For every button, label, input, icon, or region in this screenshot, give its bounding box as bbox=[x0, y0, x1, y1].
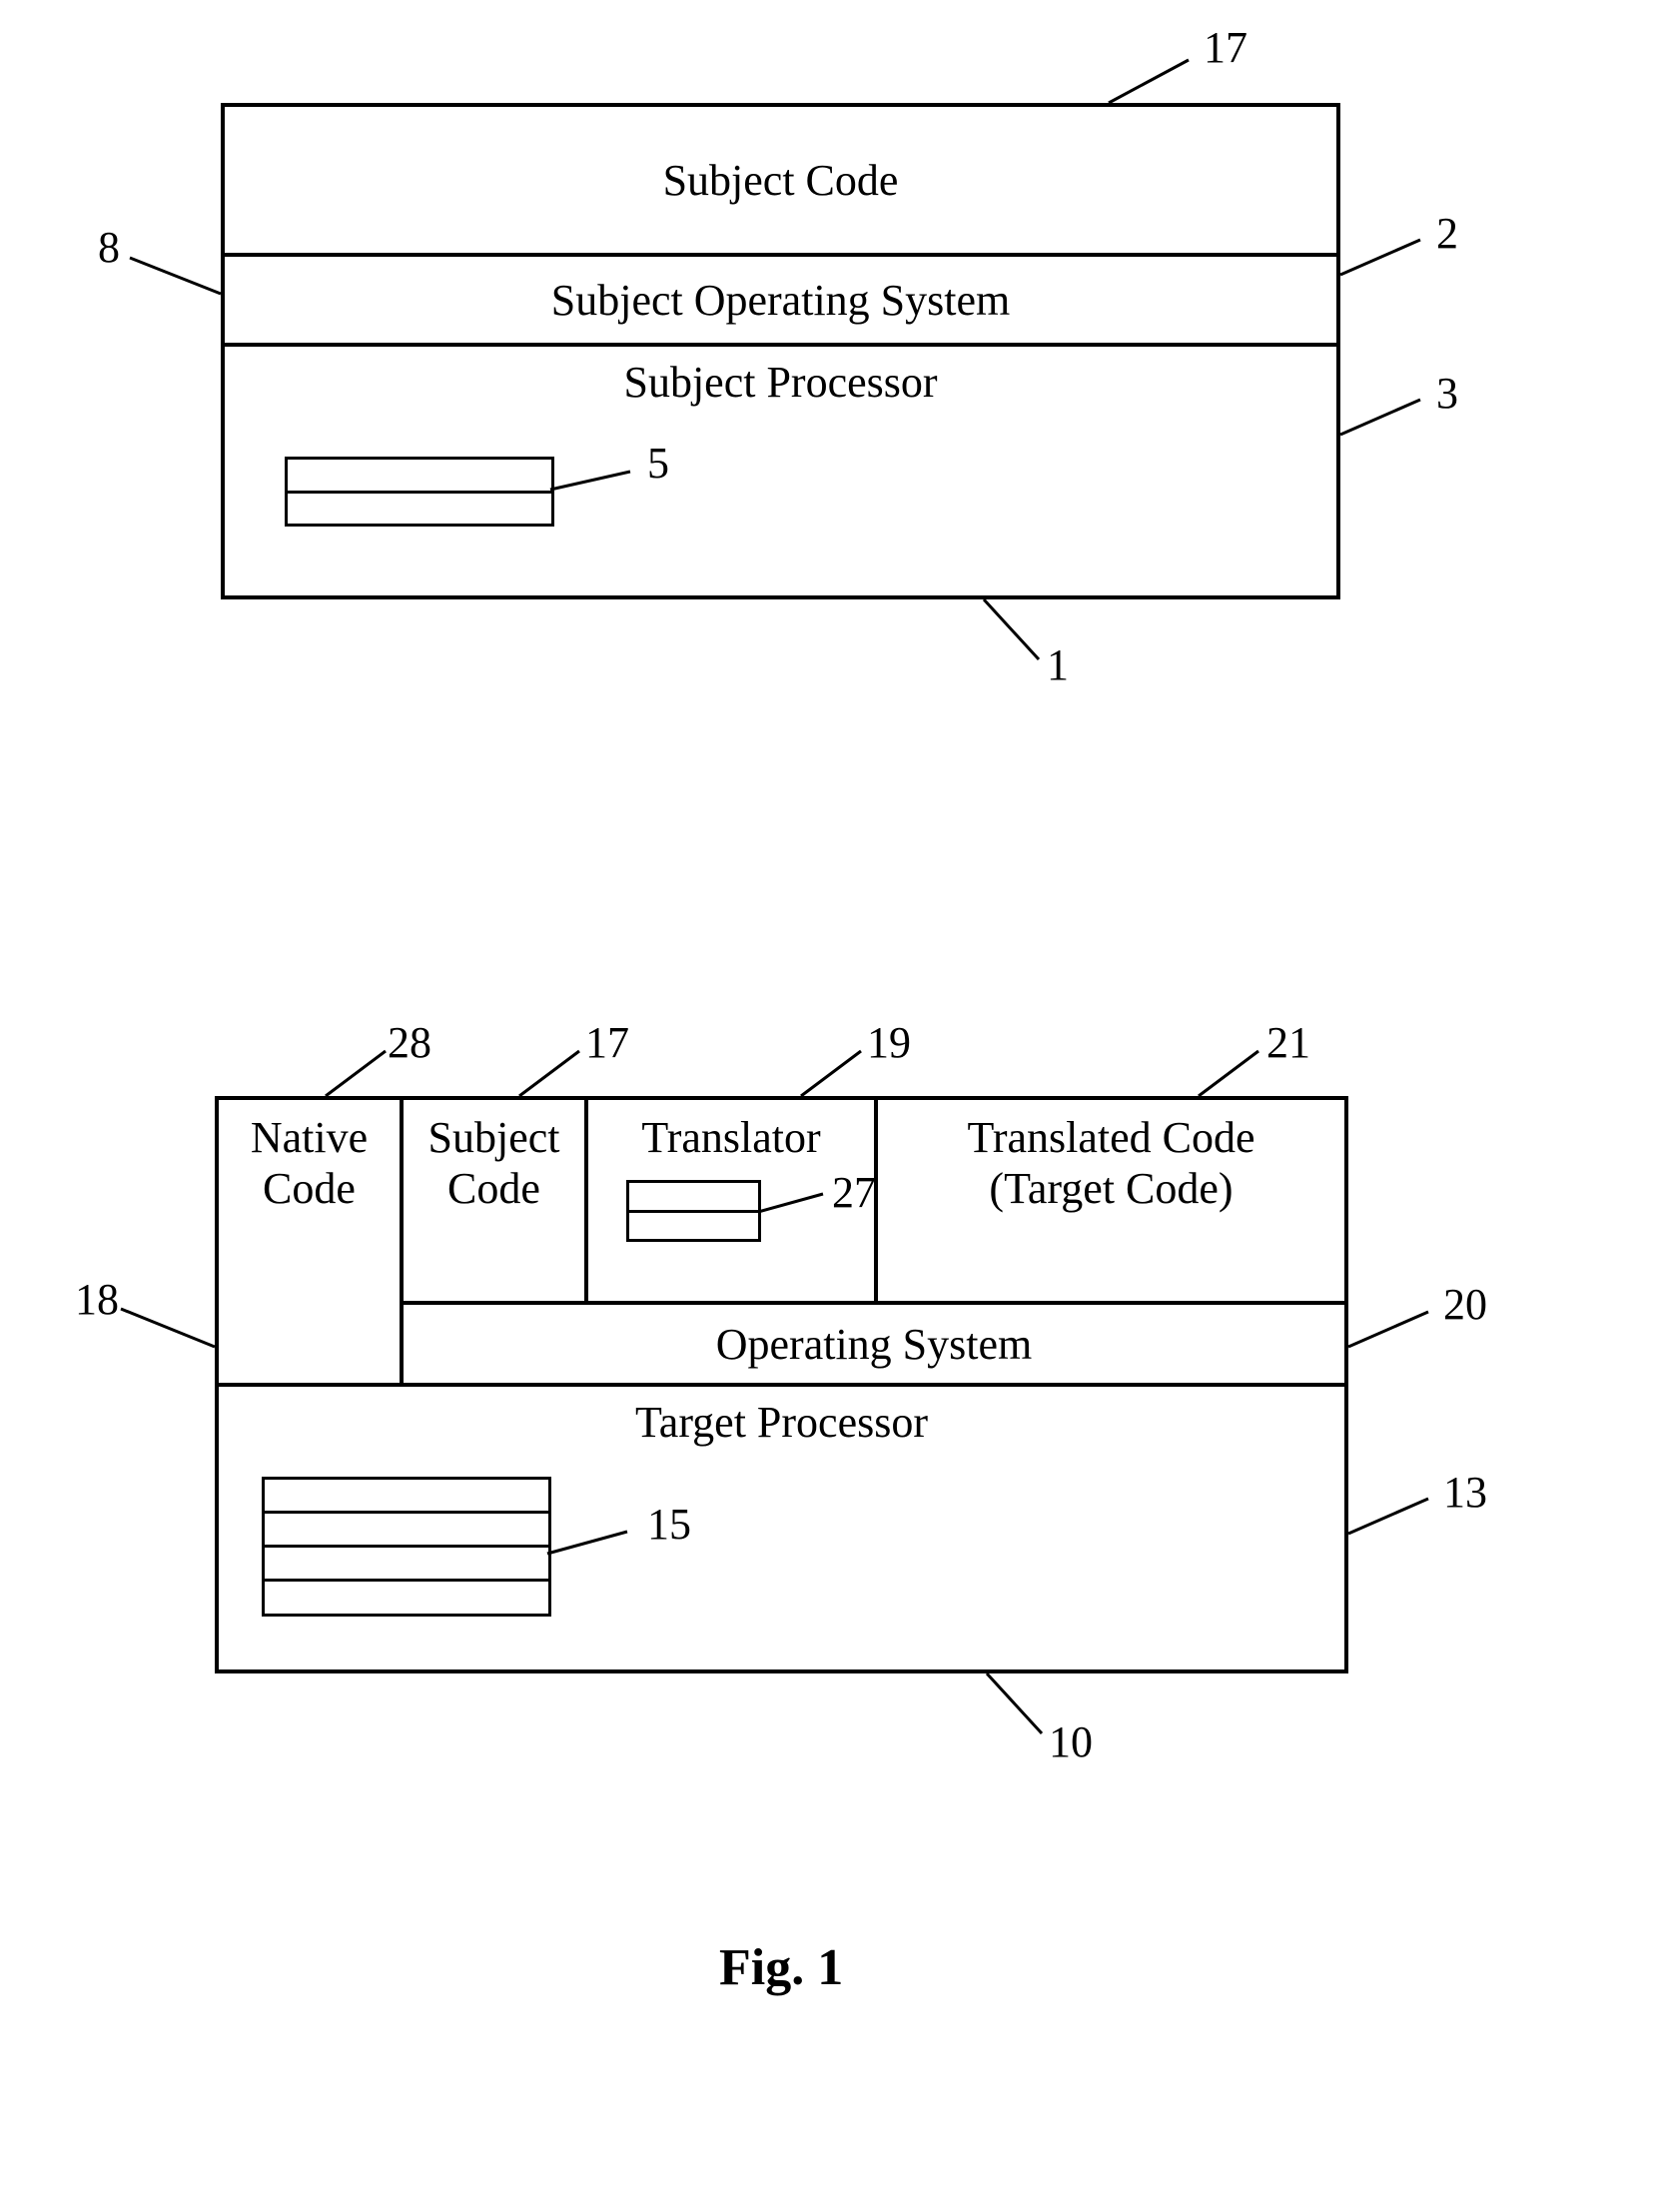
callout-27: 27 bbox=[832, 1167, 876, 1218]
translated-code-l2: (Target Code) bbox=[989, 1163, 1233, 1214]
top-row-subject-code: Subject Code bbox=[663, 155, 899, 206]
bottom-register-block bbox=[262, 1477, 551, 1617]
bottom-diagram: Native Code Subject Code Translator bbox=[215, 1096, 1348, 1673]
callout-17-top: 17 bbox=[1204, 22, 1248, 73]
target-processor-label: Target Processor bbox=[635, 1398, 928, 1447]
translated-code-l1: Translated Code bbox=[967, 1112, 1254, 1163]
subject-code-l1: Subject bbox=[428, 1112, 560, 1163]
callout-3: 3 bbox=[1436, 368, 1458, 419]
native-code-l1: Native bbox=[251, 1112, 368, 1163]
callout-10: 10 bbox=[1049, 1716, 1093, 1767]
native-code-l2: Code bbox=[263, 1163, 356, 1214]
callout-18: 18 bbox=[75, 1274, 119, 1325]
callout-19: 19 bbox=[867, 1017, 911, 1068]
callout-8: 8 bbox=[98, 222, 120, 273]
top-row-subject-os: Subject Operating System bbox=[551, 275, 1011, 326]
callout-5: 5 bbox=[647, 438, 669, 489]
subject-code-l2: Code bbox=[447, 1163, 540, 1214]
callout-2: 2 bbox=[1436, 208, 1458, 259]
callout-13: 13 bbox=[1443, 1467, 1487, 1518]
callout-28: 28 bbox=[388, 1017, 431, 1068]
translator-inner-block bbox=[626, 1180, 761, 1242]
os-row-label: Operating System bbox=[716, 1319, 1033, 1370]
cell-native-code: Native Code bbox=[219, 1100, 404, 1383]
translator-label: Translator bbox=[641, 1112, 820, 1163]
top-diagram: Subject Code Subject Operating System Su… bbox=[221, 103, 1340, 599]
callout-17-bottom: 17 bbox=[585, 1017, 629, 1068]
callout-1: 1 bbox=[1047, 639, 1069, 690]
top-row-subject-processor: Subject Processor bbox=[623, 358, 937, 407]
cell-translated-code: Translated Code (Target Code) bbox=[878, 1100, 1344, 1301]
callout-21: 21 bbox=[1266, 1017, 1310, 1068]
callout-20: 20 bbox=[1443, 1279, 1487, 1330]
callout-15: 15 bbox=[647, 1499, 691, 1550]
cell-subject-code: Subject Code bbox=[404, 1100, 588, 1301]
top-register-block bbox=[285, 457, 554, 527]
figure-label: Fig. 1 bbox=[719, 1938, 843, 1997]
